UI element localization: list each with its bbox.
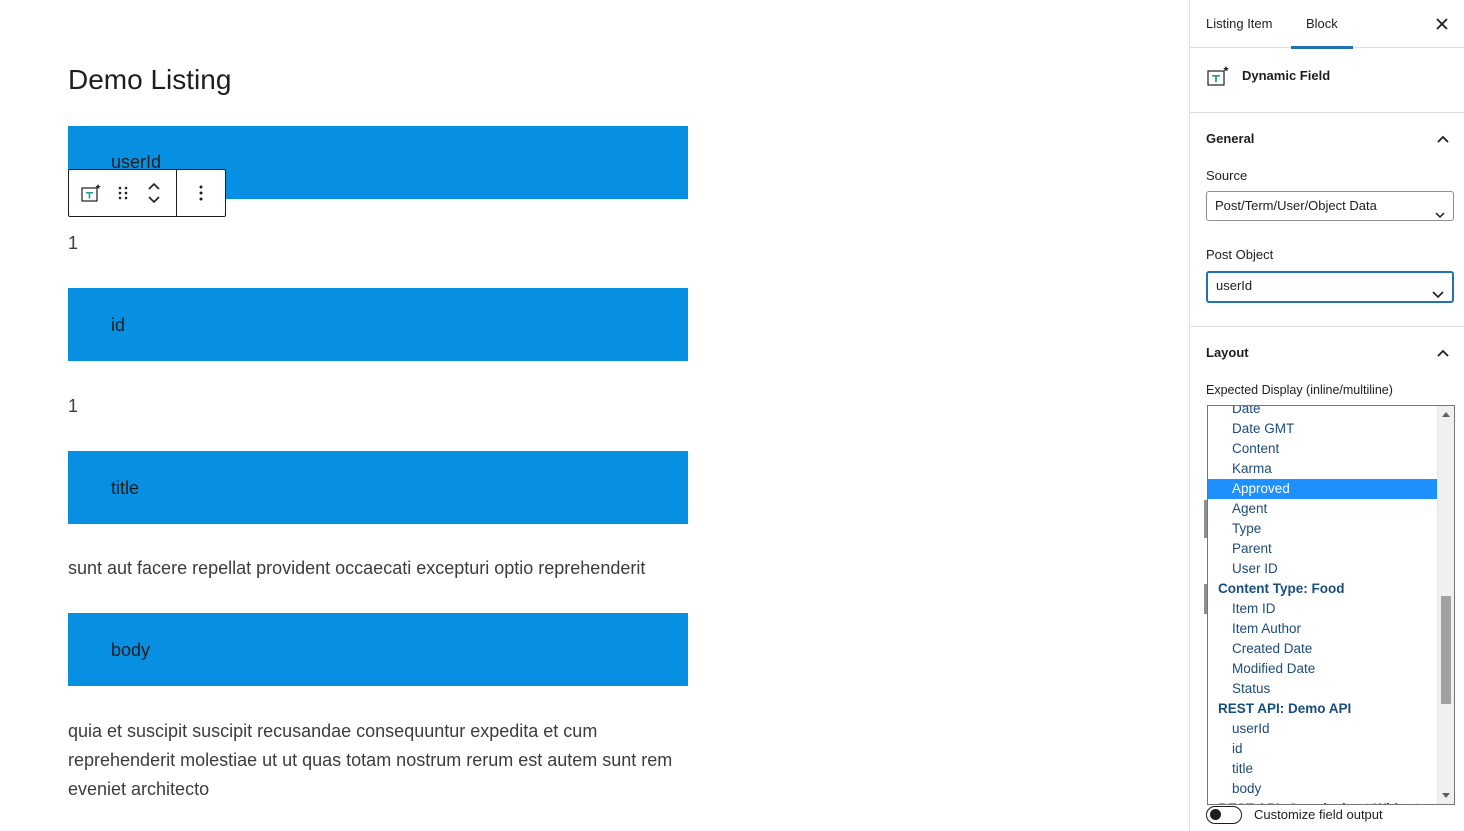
- field-label: title: [111, 478, 140, 498]
- post-title[interactable]: Demo Listing: [68, 64, 231, 96]
- listbox-option[interactable]: Type: [1208, 519, 1438, 539]
- move-up-icon[interactable]: [147, 181, 161, 191]
- listbox-option[interactable]: User ID: [1208, 559, 1438, 579]
- field-value[interactable]: quia et suscipit suscipit recusandae con…: [68, 717, 698, 804]
- dynamic-field-icon[interactable]: [69, 170, 113, 216]
- close-icon[interactable]: [1434, 16, 1450, 32]
- listing-field-block[interactable]: body: [68, 613, 688, 686]
- toggle-knob: [1210, 809, 1221, 820]
- scroll-thumb[interactable]: [1441, 596, 1451, 704]
- listbox-option[interactable]: body: [1208, 779, 1438, 799]
- listbox-option[interactable]: Content: [1208, 439, 1438, 459]
- chevron-up-icon[interactable]: [1436, 345, 1450, 363]
- listbox-optgroup: REST API: Demo API: [1218, 701, 1352, 716]
- customize-output-toggle[interactable]: [1206, 806, 1242, 824]
- listbox-option[interactable]: id: [1208, 739, 1438, 759]
- field-value[interactable]: sunt aut facere repellat provident occae…: [68, 554, 698, 583]
- field-value[interactable]: 1: [68, 392, 698, 421]
- listbox-optgroup: REST API: Googlesheet Widget: [1208, 799, 1438, 804]
- listbox-optgroup: Content Type: Food: [1218, 581, 1345, 596]
- editor-canvas: Demo Listing userId 1 id 1 title sunt au…: [0, 0, 1189, 831]
- listbox-option[interactable]: Approved: [1208, 479, 1438, 499]
- post-object-label: Post Object: [1206, 247, 1274, 262]
- more-options-icon[interactable]: [177, 170, 225, 216]
- source-select[interactable]: Post/Term/User/Object Data: [1206, 191, 1454, 221]
- tab-block[interactable]: Block: [1291, 0, 1353, 49]
- source-select-value: Post/Term/User/Object Data: [1215, 198, 1377, 213]
- chevron-up-icon[interactable]: [1436, 131, 1450, 149]
- tab-listing-item[interactable]: Listing Item: [1206, 0, 1272, 48]
- post-object-select-value: userId: [1216, 278, 1253, 293]
- move-arrows: [132, 170, 176, 216]
- listbox-option[interactable]: Agent: [1208, 499, 1438, 519]
- listbox-option[interactable]: userId: [1208, 719, 1438, 739]
- field-label: body: [111, 640, 151, 660]
- listbox-options: Date Date GMT Content Karma Approved Agent Typ…: [1208, 406, 1438, 804]
- panel-general-heading[interactable]: General: [1206, 131, 1254, 146]
- listbox-option[interactable]: Modified Date: [1208, 659, 1438, 679]
- scroll-up-icon[interactable]: [1442, 412, 1450, 417]
- block-toolbar: [68, 169, 226, 217]
- listing-field-block[interactable]: title: [68, 451, 688, 524]
- source-label: Source: [1206, 168, 1248, 183]
- listbox-option[interactable]: Parent: [1208, 539, 1438, 559]
- toolbar-group-options: [177, 170, 225, 216]
- panel-divider: [1190, 326, 1464, 327]
- post-object-select[interactable]: userId: [1206, 271, 1454, 303]
- post-object-listbox[interactable]: Date Date GMT Content Karma Approved Agent Typ…: [1207, 405, 1455, 805]
- listbox-option[interactable]: Created Date: [1208, 639, 1438, 659]
- block-name: Dynamic Field: [1242, 68, 1331, 83]
- listbox-option[interactable]: Status: [1208, 679, 1438, 699]
- customize-output-label: Customize field output: [1254, 807, 1383, 822]
- expected-display-label: Expected Display (inline/multiline): [1206, 383, 1393, 397]
- toolbar-group-block: [69, 170, 177, 216]
- listbox-option[interactable]: Item Author: [1208, 619, 1438, 639]
- listing-field-block[interactable]: id: [68, 288, 688, 361]
- listbox-option[interactable]: Item ID: [1208, 599, 1438, 619]
- listbox-option[interactable]: Date GMT: [1208, 419, 1438, 439]
- chevron-down-icon: [1435, 201, 1445, 229]
- listbox-option[interactable]: title: [1208, 759, 1438, 779]
- chevron-down-icon: [1432, 282, 1444, 308]
- move-down-icon[interactable]: [147, 195, 161, 205]
- drag-handle-icon[interactable]: [113, 170, 133, 216]
- listbox-option[interactable]: Karma: [1208, 459, 1438, 479]
- field-value[interactable]: 1: [68, 229, 698, 258]
- listbox-scrollbar[interactable]: [1437, 406, 1454, 804]
- scroll-down-icon[interactable]: [1442, 793, 1450, 798]
- block-card: Dynamic Field: [1190, 48, 1464, 113]
- dynamic-field-icon: [1206, 64, 1230, 93]
- sidebar-tabs: Listing Item Block: [1190, 0, 1464, 49]
- field-label: id: [111, 315, 126, 335]
- listbox-option[interactable]: Date: [1208, 406, 1438, 419]
- panel-layout-heading[interactable]: Layout: [1206, 345, 1249, 360]
